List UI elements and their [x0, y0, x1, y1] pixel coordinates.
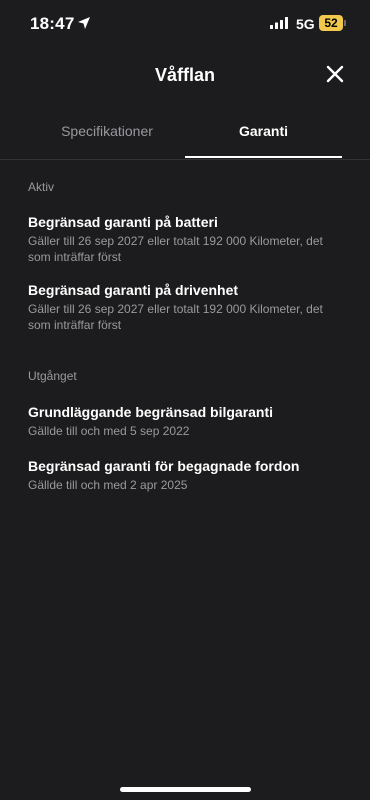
home-indicator[interactable]: [120, 787, 251, 792]
warranty-subtitle: Gällde till och med 2 apr 2025: [28, 478, 188, 492]
warranty-title: Begränsad garanti för begagnade fordon: [28, 458, 300, 474]
tab-specifikationer[interactable]: Specifikationer: [28, 112, 186, 160]
section-label-expired: Utgånget: [28, 369, 77, 383]
close-icon[interactable]: [324, 63, 346, 85]
warranty-title: Grundläggande begränsad bilgaranti: [28, 404, 274, 420]
page-title: Våfflan: [154, 65, 215, 85]
battery-tip: [344, 20, 346, 26]
battery-indicator: 52: [319, 15, 343, 31]
status-time: 18:47: [30, 14, 75, 33]
network-label: 5G: [296, 16, 315, 32]
warranty-subtitle: Gällde till och med 5 sep 2022: [28, 424, 190, 438]
status-bar: 18:47 5G 52: [0, 0, 370, 48]
warranty-subtitle: Gäller till 26 sep 2027 eller totalt 192…: [28, 234, 323, 264]
location-arrow-icon: [78, 17, 90, 29]
active-tab-indicator: [185, 156, 342, 158]
tab-bar: Specifikationer Garanti: [0, 112, 370, 160]
warranty-title: Begränsad garanti på drivenhet: [28, 282, 239, 298]
tab-garanti[interactable]: Garanti: [185, 112, 342, 160]
cellular-signal-icon: [270, 17, 288, 29]
warranty-title: Begränsad garanti på batteri: [28, 214, 218, 230]
warranty-item-drive-unit[interactable]: Begränsad garanti på drivenhet Gäller ti…: [28, 281, 346, 333]
warranty-item-battery[interactable]: Begränsad garanti på batteri Gäller till…: [28, 213, 346, 265]
warranty-item-basic[interactable]: Grundläggande begränsad bilgaranti Gälld…: [28, 403, 346, 439]
section-label-active: Aktiv: [28, 180, 55, 194]
warranty-subtitle: Gäller till 26 sep 2027 eller totalt 192…: [28, 302, 323, 332]
warranty-item-used-vehicle[interactable]: Begränsad garanti för begagnade fordon G…: [28, 457, 346, 493]
